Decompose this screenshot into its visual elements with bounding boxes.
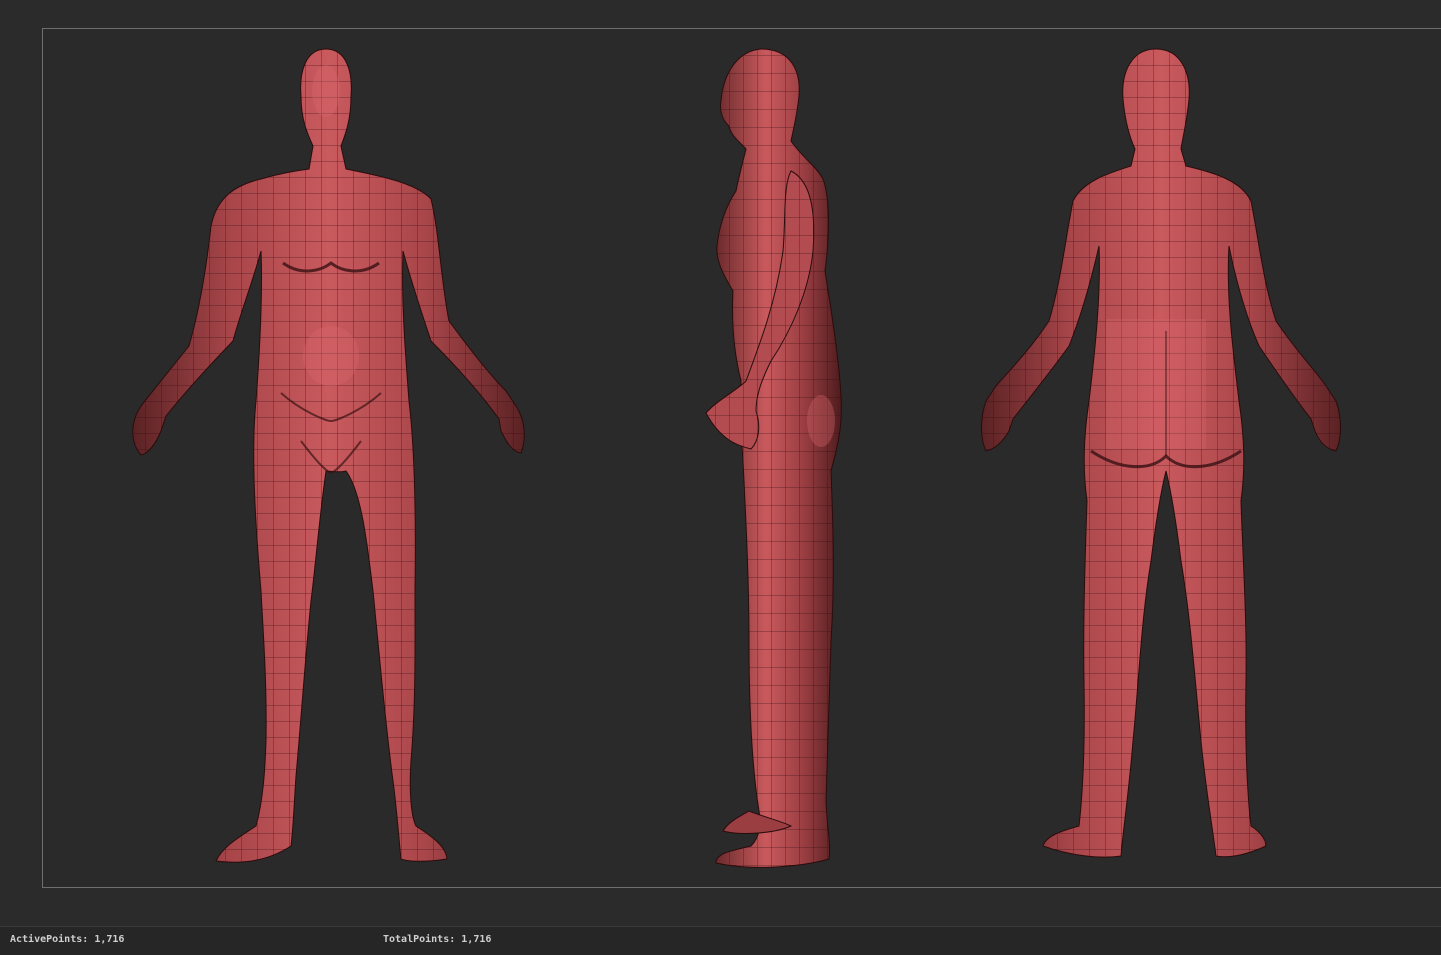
- side-view-figure: [705, 48, 842, 868]
- total-points-readout: TotalPoints: 1,716: [383, 934, 491, 945]
- active-points-value: 1,716: [94, 934, 125, 945]
- status-bar: ActivePoints: 1,716 TotalPoints: 1,716: [0, 926, 1441, 955]
- active-points-readout: ActivePoints: 1,716: [10, 934, 124, 945]
- total-points-value: 1,716: [461, 934, 492, 945]
- back-view-figure: [981, 48, 1341, 858]
- total-points-label: TotalPoints:: [383, 934, 456, 945]
- active-points-label: ActivePoints:: [10, 934, 89, 945]
- zbrush-app: ActivePoints: 1,716 TotalPoints: 1,716: [0, 0, 1441, 955]
- document-viewport[interactable]: [42, 28, 1441, 888]
- model-render: [132, 48, 1341, 868]
- front-view-figure: [132, 48, 525, 863]
